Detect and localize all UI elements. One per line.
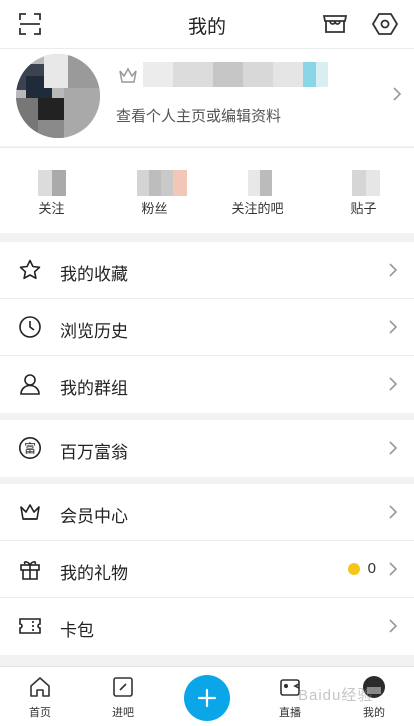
enter-bar-icon [111,675,135,699]
chevron-right-icon [388,376,398,392]
stat-value-blurred [37,170,66,196]
stat-followed-bars[interactable]: 关注的吧 [206,148,309,234]
chevron-right-icon [388,262,398,278]
menu-item-label: 我的收藏 [60,265,128,284]
gift-icon [18,557,42,581]
chevron-right-icon [388,618,398,634]
plus-icon [197,688,217,708]
chevron-right-icon [388,504,398,520]
username-blurred [143,62,328,87]
menu-item-label: 我的群组 [60,379,128,398]
chevron-right-icon [388,440,398,456]
stat-value-blurred [247,170,272,196]
gift-count: 0 [367,560,376,577]
menu-item-favorites[interactable]: 我的收藏 [0,242,414,299]
tab-home[interactable]: 首页 [10,667,70,726]
rich-icon: 富 [18,436,42,460]
settings-hexagon-icon[interactable] [371,10,399,38]
menu-item-gifts[interactable]: 我的礼物 0 [0,541,414,598]
person-icon [18,372,42,396]
stat-label: 关注的吧 [231,201,284,216]
stat-label: 关注 [38,201,65,216]
menu-item-label: 卡包 [60,621,94,640]
stat-value-blurred [136,170,187,196]
stat-fans[interactable]: 粉丝 [103,148,206,234]
post-button[interactable] [184,675,230,721]
tab-label: 进吧 [112,707,134,719]
menu-item-label: 百万富翁 [60,443,128,462]
profile-subtitle: 查看个人主页或编辑资料 [116,108,282,125]
menu-item-millionaire[interactable]: 富 百万富翁 [0,420,414,477]
stat-label: 贴子 [350,201,377,216]
menu-item-groups[interactable]: 我的群组 [0,356,414,413]
menu-group-2: 富 百万富翁 [0,420,414,477]
watermark: Baidu经验 [298,687,374,704]
svg-text:富: 富 [24,441,36,456]
menu-item-vip-center[interactable]: 会员中心 [0,484,414,541]
menu-group-1: 我的收藏 浏览历史 我的群组 [0,242,414,413]
chevron-right-icon [388,319,398,335]
store-icon[interactable] [321,10,349,38]
tab-label: 我的 [363,707,385,719]
avatar[interactable] [16,54,100,138]
page-title: 我的 [187,17,226,38]
menu-item-label: 浏览历史 [60,322,128,341]
top-bar: 我的 [0,0,414,48]
profile-card[interactable]: 查看个人主页或编辑资料 [0,48,414,146]
stat-value-blurred [351,170,380,196]
clock-icon [18,315,42,339]
chevron-right-icon [392,86,402,102]
star-icon [18,258,42,282]
chevron-right-icon [388,561,398,577]
ticket-icon [18,614,42,638]
stats-bar: 关注 粉丝 关注的吧 贴子 [0,147,414,233]
coin-icon [348,563,360,575]
home-icon [28,675,52,699]
crown-icon [118,67,138,85]
menu-group-3: 会员中心 我的礼物 0 卡包 [0,484,414,655]
menu-item-label: 我的礼物 [60,564,128,583]
crown-icon [18,500,42,524]
stat-posts[interactable]: 贴子 [312,148,414,234]
tab-label: 直播 [279,707,301,719]
menu-item-card-wallet[interactable]: 卡包 [0,598,414,655]
menu-item-history[interactable]: 浏览历史 [0,299,414,356]
stat-following[interactable]: 关注 [0,148,103,234]
tab-enter-bar[interactable]: 进吧 [93,667,153,726]
stat-label: 粉丝 [141,201,168,216]
menu-item-label: 会员中心 [60,507,128,526]
tab-label: 首页 [29,707,51,719]
